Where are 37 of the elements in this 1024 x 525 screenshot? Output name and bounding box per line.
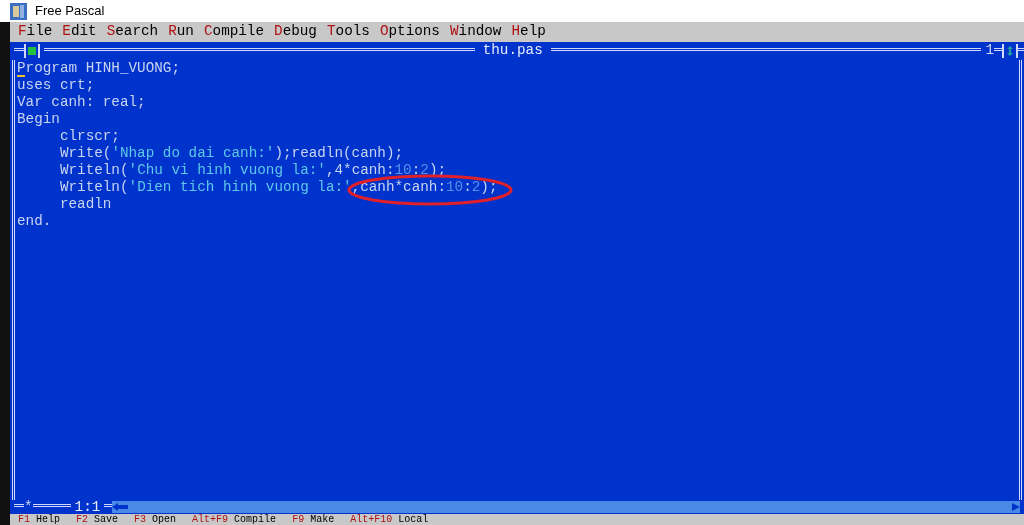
code-line: Writeln('Dien tich hinh vuong la:',canh*canh:10:2); bbox=[58, 180, 498, 194]
window-title: Free Pascal bbox=[35, 2, 105, 21]
menu-item[interactable]: Help bbox=[511, 21, 546, 43]
zoom-box[interactable] bbox=[1002, 44, 1018, 58]
code-line: Var canh: real; bbox=[17, 95, 146, 109]
menu-item[interactable]: Search bbox=[106, 21, 159, 43]
menu-item[interactable]: File bbox=[18, 21, 53, 43]
shortcut-hint[interactable]: F9 Make bbox=[292, 514, 335, 525]
close-box[interactable] bbox=[24, 44, 40, 58]
scroll-right-icon[interactable] bbox=[1012, 503, 1020, 511]
menu-item[interactable]: Edit bbox=[62, 21, 97, 43]
cursor-position: 1:1 bbox=[73, 500, 102, 514]
app-icon bbox=[10, 2, 27, 20]
menu-item[interactable]: Options bbox=[379, 21, 440, 43]
shortcut-hint[interactable]: F1 Help bbox=[18, 514, 61, 525]
modified-indicator: * bbox=[24, 500, 33, 514]
code-line: readln bbox=[58, 197, 112, 211]
code-line: Program HINH_VUONG; bbox=[17, 61, 180, 75]
code-line: end. bbox=[17, 214, 52, 228]
code-line: Write('Nhap do dai canh:');readln(canh); bbox=[58, 146, 404, 160]
window-number: 1 bbox=[985, 41, 994, 61]
shortcut-hint[interactable]: F3 Open bbox=[134, 514, 177, 525]
shortcut-hint[interactable]: Alt+F9 Compile bbox=[192, 514, 277, 525]
menu-item[interactable]: Compile bbox=[203, 21, 265, 43]
file-name: thu.pas bbox=[481, 41, 544, 61]
menu-item[interactable]: Tools bbox=[326, 21, 370, 43]
menu-item[interactable]: Run bbox=[168, 21, 194, 43]
code-line: Begin bbox=[17, 112, 60, 126]
code-line: uses crt; bbox=[17, 78, 95, 92]
menu-item[interactable]: Debug bbox=[274, 21, 317, 43]
code-line: clrscr; bbox=[58, 129, 120, 143]
shortcut-hint[interactable]: F2 Save bbox=[76, 514, 119, 525]
text-cursor bbox=[17, 75, 25, 77]
shortcut-hint[interactable]: Alt+F10 Local bbox=[350, 514, 429, 525]
scroll-left-icon[interactable] bbox=[112, 502, 129, 512]
resize-icon bbox=[1007, 46, 1013, 56]
menu-item[interactable]: Window bbox=[449, 21, 502, 43]
